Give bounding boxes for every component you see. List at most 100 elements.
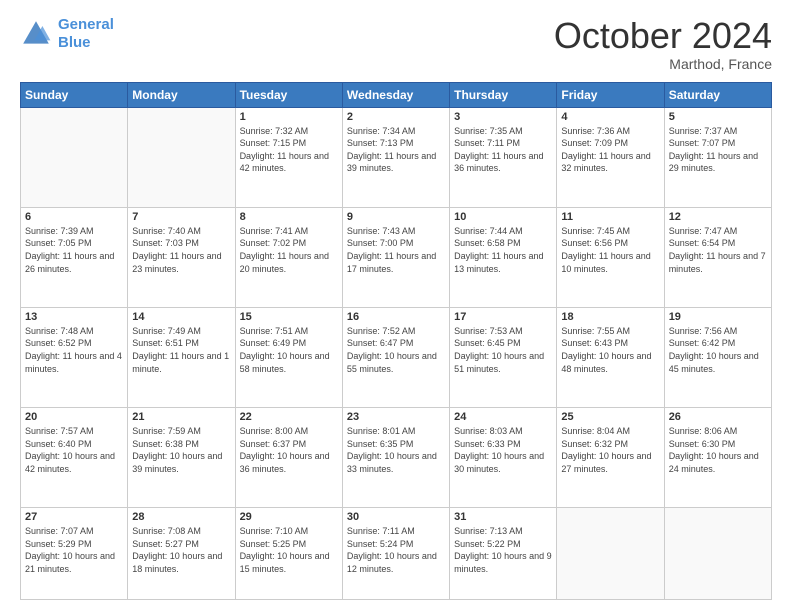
day-info: Sunrise: 7:34 AMSunset: 7:13 PMDaylight:…	[347, 125, 445, 175]
table-row: 17 Sunrise: 7:53 AMSunset: 6:45 PMDaylig…	[450, 307, 557, 407]
day-number: 28	[132, 511, 230, 523]
day-number: 8	[240, 211, 338, 223]
day-number: 25	[561, 411, 659, 423]
day-info: Sunrise: 7:52 AMSunset: 6:47 PMDaylight:…	[347, 325, 445, 375]
day-number: 11	[561, 211, 659, 223]
col-tuesday: Tuesday	[235, 82, 342, 107]
day-info: Sunrise: 8:01 AMSunset: 6:35 PMDaylight:…	[347, 425, 445, 475]
table-row: 23 Sunrise: 8:01 AMSunset: 6:35 PMDaylig…	[342, 407, 449, 507]
day-number: 30	[347, 511, 445, 523]
day-info: Sunrise: 7:57 AMSunset: 6:40 PMDaylight:…	[25, 425, 123, 475]
col-thursday: Thursday	[450, 82, 557, 107]
day-number: 20	[25, 411, 123, 423]
month-title: October 2024	[554, 16, 772, 56]
day-number: 10	[454, 211, 552, 223]
location: Marthod, France	[554, 56, 772, 72]
day-number: 26	[669, 411, 767, 423]
table-row: 8 Sunrise: 7:41 AMSunset: 7:02 PMDayligh…	[235, 207, 342, 307]
day-info: Sunrise: 8:06 AMSunset: 6:30 PMDaylight:…	[669, 425, 767, 475]
table-row: 22 Sunrise: 8:00 AMSunset: 6:37 PMDaylig…	[235, 407, 342, 507]
table-row: 9 Sunrise: 7:43 AMSunset: 7:00 PMDayligh…	[342, 207, 449, 307]
logo-line1: General	[58, 16, 114, 33]
table-row: 11 Sunrise: 7:45 AMSunset: 6:56 PMDaylig…	[557, 207, 664, 307]
day-number: 7	[132, 211, 230, 223]
day-number: 3	[454, 111, 552, 123]
day-number: 21	[132, 411, 230, 423]
table-row: 6 Sunrise: 7:39 AMSunset: 7:05 PMDayligh…	[21, 207, 128, 307]
day-number: 31	[454, 511, 552, 523]
day-info: Sunrise: 7:35 AMSunset: 7:11 PMDaylight:…	[454, 125, 552, 175]
table-row: 7 Sunrise: 7:40 AMSunset: 7:03 PMDayligh…	[128, 207, 235, 307]
table-row	[557, 508, 664, 600]
table-row: 26 Sunrise: 8:06 AMSunset: 6:30 PMDaylig…	[664, 407, 771, 507]
day-info: Sunrise: 7:56 AMSunset: 6:42 PMDaylight:…	[669, 325, 767, 375]
table-row: 19 Sunrise: 7:56 AMSunset: 6:42 PMDaylig…	[664, 307, 771, 407]
day-info: Sunrise: 8:00 AMSunset: 6:37 PMDaylight:…	[240, 425, 338, 475]
table-row: 13 Sunrise: 7:48 AMSunset: 6:52 PMDaylig…	[21, 307, 128, 407]
calendar-table: Sunday Monday Tuesday Wednesday Thursday…	[20, 82, 772, 600]
day-info: Sunrise: 7:41 AMSunset: 7:02 PMDaylight:…	[240, 225, 338, 275]
table-row: 27 Sunrise: 7:07 AMSunset: 5:29 PMDaylig…	[21, 508, 128, 600]
col-wednesday: Wednesday	[342, 82, 449, 107]
day-number: 24	[454, 411, 552, 423]
page: General Blue October 2024 Marthod, Franc…	[0, 0, 792, 612]
day-info: Sunrise: 7:44 AMSunset: 6:58 PMDaylight:…	[454, 225, 552, 275]
table-row: 18 Sunrise: 7:55 AMSunset: 6:43 PMDaylig…	[557, 307, 664, 407]
day-info: Sunrise: 7:07 AMSunset: 5:29 PMDaylight:…	[25, 525, 123, 575]
title-block: October 2024 Marthod, France	[554, 16, 772, 72]
table-row: 3 Sunrise: 7:35 AMSunset: 7:11 PMDayligh…	[450, 107, 557, 207]
day-number: 14	[132, 311, 230, 323]
day-info: Sunrise: 7:59 AMSunset: 6:38 PMDaylight:…	[132, 425, 230, 475]
day-info: Sunrise: 7:08 AMSunset: 5:27 PMDaylight:…	[132, 525, 230, 575]
day-number: 16	[347, 311, 445, 323]
day-info: Sunrise: 7:10 AMSunset: 5:25 PMDaylight:…	[240, 525, 338, 575]
day-info: Sunrise: 7:37 AMSunset: 7:07 PMDaylight:…	[669, 125, 767, 175]
table-row: 29 Sunrise: 7:10 AMSunset: 5:25 PMDaylig…	[235, 508, 342, 600]
table-row: 15 Sunrise: 7:51 AMSunset: 6:49 PMDaylig…	[235, 307, 342, 407]
day-number: 9	[347, 211, 445, 223]
table-row: 14 Sunrise: 7:49 AMSunset: 6:51 PMDaylig…	[128, 307, 235, 407]
day-info: Sunrise: 7:39 AMSunset: 7:05 PMDaylight:…	[25, 225, 123, 275]
day-number: 17	[454, 311, 552, 323]
day-number: 4	[561, 111, 659, 123]
table-row: 2 Sunrise: 7:34 AMSunset: 7:13 PMDayligh…	[342, 107, 449, 207]
day-info: Sunrise: 7:53 AMSunset: 6:45 PMDaylight:…	[454, 325, 552, 375]
day-number: 29	[240, 511, 338, 523]
day-number: 13	[25, 311, 123, 323]
day-info: Sunrise: 7:36 AMSunset: 7:09 PMDaylight:…	[561, 125, 659, 175]
table-row: 16 Sunrise: 7:52 AMSunset: 6:47 PMDaylig…	[342, 307, 449, 407]
day-number: 2	[347, 111, 445, 123]
day-info: Sunrise: 7:51 AMSunset: 6:49 PMDaylight:…	[240, 325, 338, 375]
day-number: 19	[669, 311, 767, 323]
day-number: 18	[561, 311, 659, 323]
table-row: 21 Sunrise: 7:59 AMSunset: 6:38 PMDaylig…	[128, 407, 235, 507]
day-number: 6	[25, 211, 123, 223]
col-monday: Monday	[128, 82, 235, 107]
col-friday: Friday	[557, 82, 664, 107]
col-sunday: Sunday	[21, 82, 128, 107]
day-number: 1	[240, 111, 338, 123]
logo-text: General Blue	[58, 16, 114, 52]
day-info: Sunrise: 7:13 AMSunset: 5:22 PMDaylight:…	[454, 525, 552, 575]
day-number: 15	[240, 311, 338, 323]
table-row: 20 Sunrise: 7:57 AMSunset: 6:40 PMDaylig…	[21, 407, 128, 507]
day-info: Sunrise: 7:49 AMSunset: 6:51 PMDaylight:…	[132, 325, 230, 375]
header: General Blue October 2024 Marthod, Franc…	[20, 16, 772, 72]
logo: General Blue	[20, 16, 114, 52]
calendar-header-row: Sunday Monday Tuesday Wednesday Thursday…	[21, 82, 772, 107]
day-info: Sunrise: 7:11 AMSunset: 5:24 PMDaylight:…	[347, 525, 445, 575]
table-row: 1 Sunrise: 7:32 AMSunset: 7:15 PMDayligh…	[235, 107, 342, 207]
table-row: 28 Sunrise: 7:08 AMSunset: 5:27 PMDaylig…	[128, 508, 235, 600]
logo-line2: Blue	[58, 34, 91, 51]
table-row	[128, 107, 235, 207]
table-row: 25 Sunrise: 8:04 AMSunset: 6:32 PMDaylig…	[557, 407, 664, 507]
day-number: 27	[25, 511, 123, 523]
table-row	[664, 508, 771, 600]
day-info: Sunrise: 7:43 AMSunset: 7:00 PMDaylight:…	[347, 225, 445, 275]
table-row	[21, 107, 128, 207]
col-saturday: Saturday	[664, 82, 771, 107]
table-row: 5 Sunrise: 7:37 AMSunset: 7:07 PMDayligh…	[664, 107, 771, 207]
day-info: Sunrise: 7:55 AMSunset: 6:43 PMDaylight:…	[561, 325, 659, 375]
day-info: Sunrise: 7:48 AMSunset: 6:52 PMDaylight:…	[25, 325, 123, 375]
day-info: Sunrise: 7:45 AMSunset: 6:56 PMDaylight:…	[561, 225, 659, 275]
